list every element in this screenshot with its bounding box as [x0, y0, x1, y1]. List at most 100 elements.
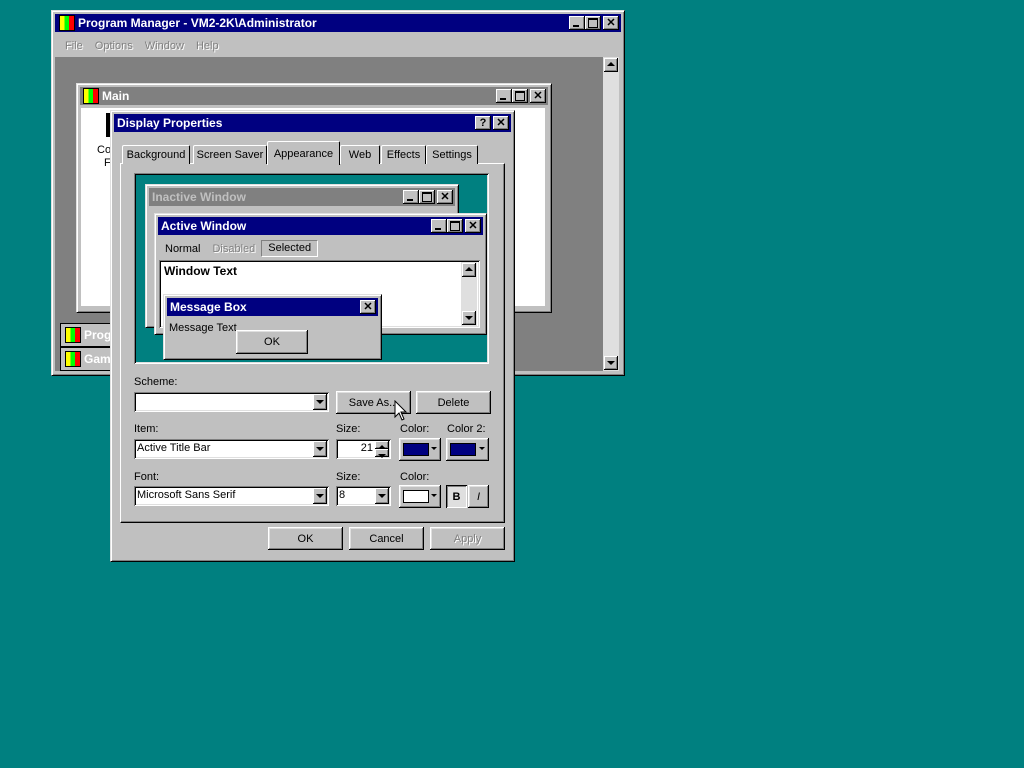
tab-effects[interactable]: Effects	[381, 145, 426, 164]
display-properties-titlebar[interactable]: Display Properties ? ✕	[114, 114, 511, 132]
spinner-down-icon[interactable]	[375, 449, 389, 458]
program-manager-menubar: File Options Window Help	[65, 40, 228, 56]
tab-screen-saver-label: Screen Saver	[196, 149, 264, 161]
group-icon	[65, 327, 81, 343]
preview-inactive-title: Inactive Window	[152, 190, 246, 204]
chevron-down-icon	[479, 447, 485, 450]
menu-help[interactable]: Help	[196, 40, 219, 52]
ok-label: OK	[297, 532, 314, 545]
preview-scroll-down	[462, 311, 476, 325]
scroll-up-button[interactable]	[604, 58, 618, 72]
chevron-down-icon[interactable]	[313, 441, 327, 457]
spinner-buttons[interactable]	[375, 441, 389, 458]
ok-button[interactable]: OK	[268, 527, 343, 550]
save-as-label: Save As...	[348, 396, 399, 409]
mouse-cursor-icon	[394, 400, 408, 421]
preview-scroll-up	[462, 263, 476, 277]
font-color-label: Color:	[400, 471, 430, 483]
item-size-label: Size:	[336, 423, 361, 435]
delete-button[interactable]: Delete	[416, 391, 491, 414]
item-color2-swatch	[450, 443, 476, 456]
tab-settings[interactable]: Settings	[426, 145, 478, 164]
close-button[interactable]: ✕	[603, 16, 619, 30]
item-size-spinner[interactable]: 21	[336, 439, 391, 459]
preview-active-close-button: ✕	[465, 219, 481, 233]
close-icon: ✕	[468, 220, 478, 232]
minimize-button[interactable]	[569, 16, 585, 30]
chevron-down-icon[interactable]	[375, 488, 389, 504]
preview-menu-disabled: Disabled	[212, 242, 256, 255]
chevron-down-icon	[431, 447, 437, 450]
maximize-icon	[422, 192, 432, 202]
preview-menu-selected: Selected	[261, 240, 319, 257]
main-partial-label-1: Co	[97, 144, 112, 156]
close-icon: ✕	[363, 301, 373, 313]
program-manager-title: Program Manager - VM2-2K\Administrator	[78, 16, 317, 30]
item-label: Item:	[134, 423, 159, 435]
tab-web[interactable]: Web	[340, 145, 380, 164]
font-dropdown[interactable]: Microsoft Sans Serif	[134, 486, 329, 506]
chevron-down-icon[interactable]	[313, 394, 327, 410]
menu-options[interactable]: Options	[95, 40, 133, 52]
tab-screen-saver[interactable]: Screen Saver	[193, 145, 267, 164]
preview-message-close-button: ✕	[360, 300, 376, 314]
preview-ok-button: OK	[236, 330, 308, 354]
cancel-button[interactable]: Cancel	[349, 527, 424, 550]
preview-message-text: Message Text	[169, 322, 237, 334]
spinner-up-icon[interactable]	[375, 441, 389, 449]
close-icon: ✕	[533, 90, 543, 102]
apply-button[interactable]: Apply	[430, 527, 505, 550]
font-value: Microsoft Sans Serif	[137, 489, 236, 501]
item-size-value: 21	[360, 442, 373, 454]
bold-button[interactable]: B	[446, 485, 467, 508]
scroll-down-button[interactable]	[604, 356, 618, 370]
minimize-icon	[407, 199, 413, 201]
font-size-dropdown[interactable]: 8	[336, 486, 391, 506]
preview-inactive-titlebar: Inactive Window ✕	[149, 188, 455, 206]
help-button[interactable]: ?	[475, 116, 491, 130]
main-titlebar[interactable]: Main ✕	[80, 87, 548, 105]
italic-label: I	[476, 490, 481, 503]
item-color-picker[interactable]	[399, 438, 441, 461]
preview-close-button: ✕	[437, 190, 453, 204]
minimized-group-1[interactable]: Prog	[60, 323, 114, 347]
tab-appearance[interactable]: Appearance	[267, 141, 340, 165]
program-manager-titlebar[interactable]: Program Manager - VM2-2K\Administrator ✕	[55, 14, 621, 32]
main-minimize-button[interactable]	[496, 89, 512, 103]
minimize-icon	[500, 98, 506, 100]
help-icon: ?	[479, 117, 487, 129]
main-maximize-button[interactable]	[512, 89, 528, 103]
menu-window[interactable]: Window	[145, 40, 184, 52]
minimize-icon	[435, 228, 441, 230]
item-color2-picker[interactable]	[446, 438, 489, 461]
delete-label: Delete	[437, 396, 470, 409]
preview-window-text: Window Text	[164, 264, 237, 278]
scheme-label: Scheme:	[134, 376, 178, 388]
font-color-swatch	[403, 490, 429, 503]
menu-file[interactable]: File	[65, 40, 83, 52]
preview-active-title: Active Window	[161, 219, 247, 233]
font-size-value: 8	[339, 489, 346, 501]
preview-active-maximize-button	[447, 219, 463, 233]
maximize-button[interactable]	[585, 16, 601, 30]
font-color-picker[interactable]	[399, 485, 441, 508]
scheme-dropdown[interactable]	[134, 392, 329, 412]
dialog-close-button[interactable]: ✕	[493, 116, 509, 130]
preview-minimize-button	[403, 190, 419, 204]
close-icon: ✕	[606, 17, 616, 29]
main-close-button[interactable]: ✕	[530, 89, 546, 103]
italic-button[interactable]: I	[468, 485, 489, 508]
minimize-icon	[573, 25, 579, 27]
preview-active-minimize-button	[431, 219, 447, 233]
chevron-down-icon[interactable]	[313, 488, 327, 504]
maximize-icon	[588, 18, 598, 28]
tab-appearance-label: Appearance	[273, 147, 334, 160]
main-title: Main	[102, 89, 130, 103]
item-dropdown[interactable]: Active Title Bar	[134, 439, 329, 459]
vertical-scrollbar[interactable]	[603, 57, 619, 371]
tab-settings-label: Settings	[432, 149, 472, 161]
preview-ok-label: OK	[264, 336, 280, 348]
tab-background[interactable]: Background	[122, 145, 190, 164]
preview-scrollbar	[461, 262, 477, 326]
minimized-group-2[interactable]: Gam	[60, 347, 114, 371]
